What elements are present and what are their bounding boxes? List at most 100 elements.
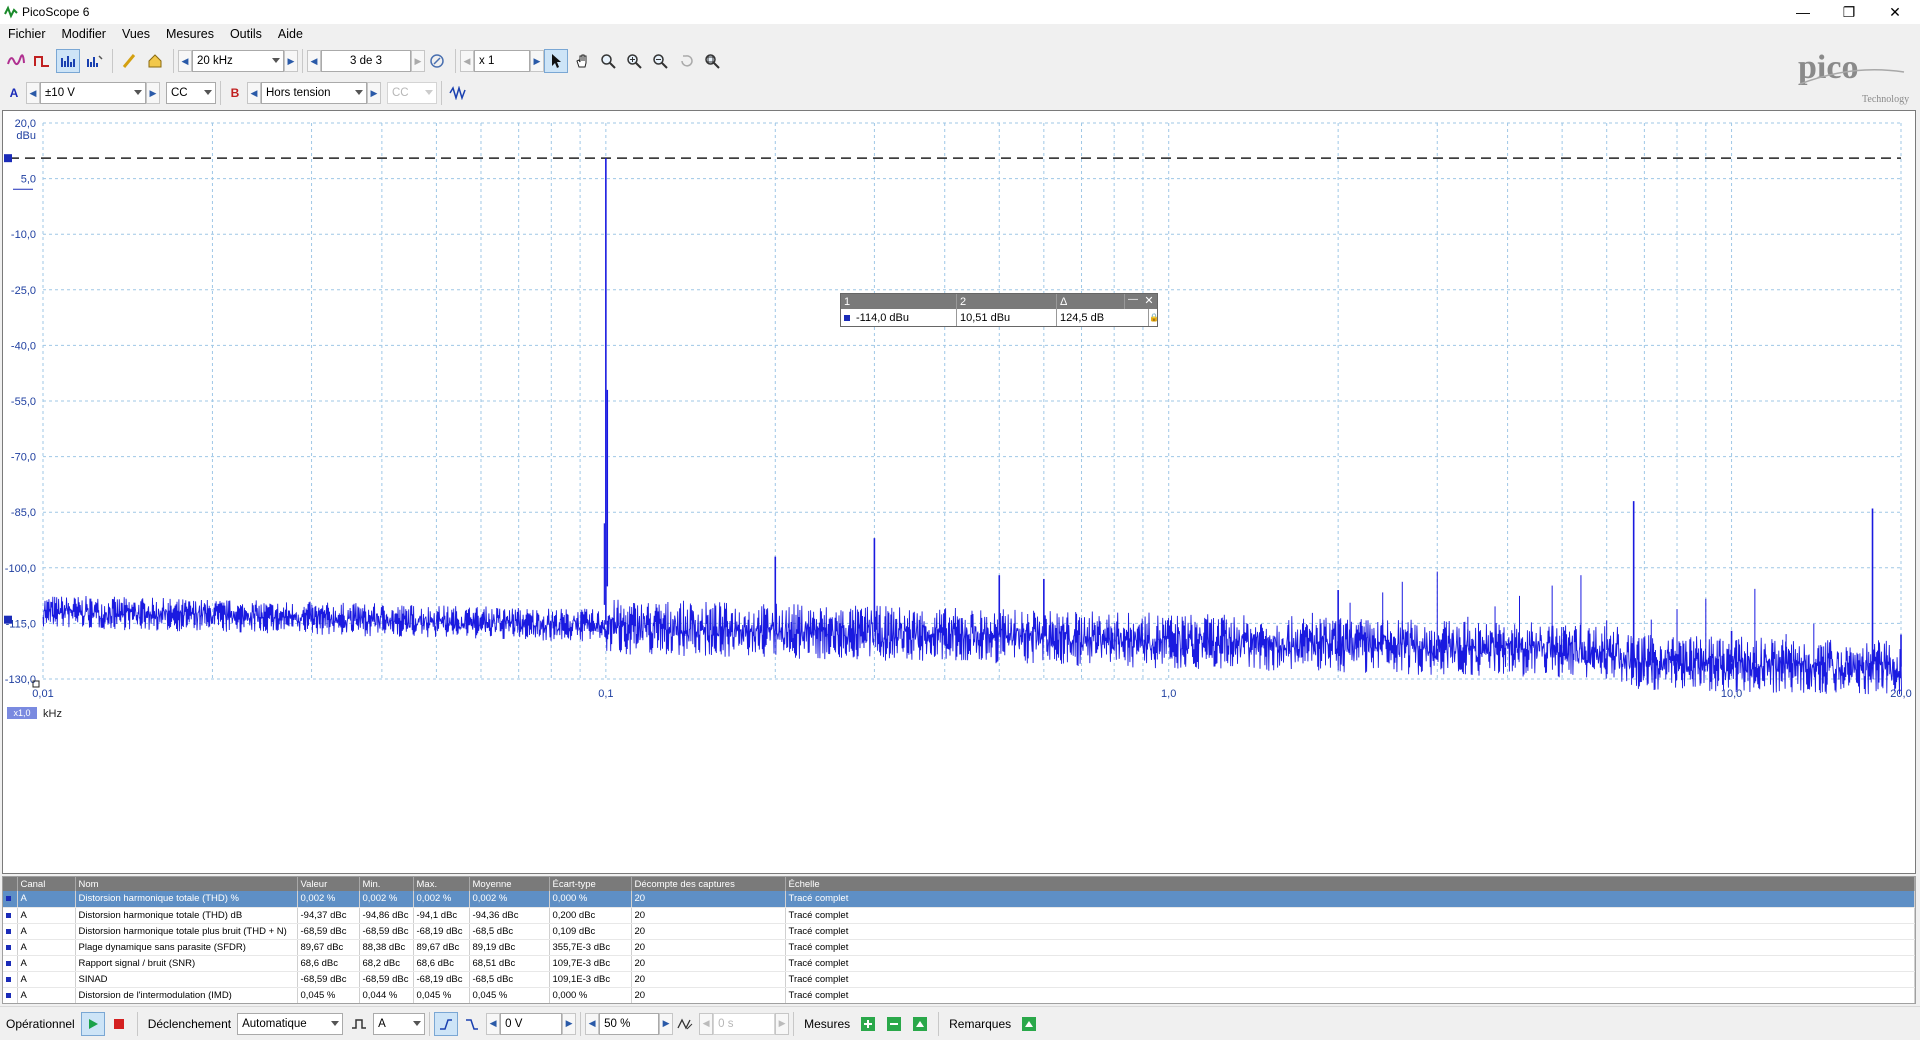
advanced-trigger-icon[interactable] <box>347 1012 371 1036</box>
col-echelle[interactable]: Échelle <box>785 877 1915 891</box>
table-cell: 68,51 dBc <box>469 955 550 972</box>
table-row[interactable]: A Distorsion harmonique totale (THD) dB -9… <box>3 907 1915 924</box>
minimize-panel-icon[interactable]: — <box>1125 294 1141 309</box>
threshold-next-button[interactable]: ▶ <box>562 1012 577 1035</box>
notes-icon[interactable] <box>1017 1012 1041 1036</box>
delay-input: 0 s <box>713 1012 776 1035</box>
zoom-next-button[interactable]: ▶ <box>530 50 544 72</box>
zoom-overview-icon[interactable] <box>700 49 724 73</box>
persistence-mode-icon[interactable] <box>30 49 54 73</box>
stop-icon[interactable] <box>107 1012 131 1036</box>
bandwidth-next-button[interactable]: ▶ <box>284 50 298 72</box>
add-measurement-icon[interactable] <box>856 1012 880 1036</box>
capture-next-button[interactable]: ▶ <box>411 50 425 72</box>
range-b-prev-button[interactable]: ◀ <box>247 82 261 104</box>
menu-vues[interactable]: Vues <box>114 24 158 44</box>
home-icon[interactable] <box>143 49 167 73</box>
table-cell: -68,5 dBc <box>469 971 550 988</box>
col-moyenne[interactable]: Moyenne <box>469 877 550 891</box>
post-trigger-delay-icon[interactable] <box>673 1012 697 1036</box>
table-row[interactable]: A Distorsion harmonique totale (THD) % 0,0… <box>3 891 1915 908</box>
cursor-readout-panel[interactable]: 1 2 Δ — ✕ -114,0 dBu 10,51 dBu 124,5 dB … <box>840 293 1159 327</box>
close-panel-icon[interactable]: ✕ <box>1141 294 1157 309</box>
status-bar: Opérationnel Déclenchement Automatique A… <box>0 1006 1920 1040</box>
pretrigger-input[interactable]: 50 % <box>599 1012 660 1035</box>
minimize-icon[interactable]: — <box>1780 0 1826 24</box>
channel-a-button[interactable]: A <box>4 81 24 105</box>
spectrum-mode-icon[interactable] <box>56 49 80 73</box>
capture-counter[interactable]: 3 de 3 <box>321 50 411 72</box>
range-b-next-button[interactable]: ▶ <box>367 82 381 104</box>
trigger-channel-select[interactable]: A <box>373 1012 426 1035</box>
probe-icon[interactable] <box>117 49 141 73</box>
zoom-in-icon[interactable] <box>622 49 646 73</box>
range-b-select[interactable]: Hors tension <box>261 82 367 104</box>
zoom-area-icon[interactable] <box>596 49 620 73</box>
table-row[interactable]: A Plage dynamique sans parasite (SFDR) 89,… <box>3 939 1915 956</box>
delete-measurement-icon[interactable] <box>908 1012 932 1036</box>
trigger-label: Déclenchement <box>147 1016 232 1031</box>
col-ecart-type[interactable]: Écart-type <box>549 877 632 891</box>
spectrum-options-icon[interactable] <box>82 49 106 73</box>
zoom-prev-button[interactable]: ◀ <box>460 50 474 72</box>
y-tick-label: 20,0 <box>15 118 36 130</box>
bandwidth-prev-button[interactable]: ◀ <box>178 50 192 72</box>
edit-measurement-icon[interactable] <box>882 1012 906 1036</box>
coupling-a-select[interactable]: CC <box>166 82 216 104</box>
menu-modifier[interactable]: Modifier <box>54 24 114 44</box>
col-max[interactable]: Max. <box>413 877 470 891</box>
pointer-tool-icon[interactable] <box>544 49 568 73</box>
trigger-mode-select[interactable]: Automatique <box>237 1012 344 1035</box>
capture-navigator-icon[interactable] <box>425 49 449 73</box>
cursor-1-value: -114,0 dBu <box>856 311 910 324</box>
col-nom[interactable]: Nom <box>75 877 298 891</box>
zoom-out-icon[interactable] <box>648 49 672 73</box>
bandwidth-select[interactable]: 20 kHz <box>192 50 284 72</box>
channel-b-button[interactable]: B <box>225 81 245 105</box>
undo-zoom-icon[interactable] <box>674 49 698 73</box>
channel-swatch-icon <box>6 960 11 966</box>
table-row[interactable]: A SINAD -68,59 dBc -68,59 dBc -68,19 dBc -68,… <box>3 971 1915 988</box>
col-canal[interactable]: Canal <box>17 877 76 891</box>
hand-tool-icon[interactable] <box>570 49 594 73</box>
col-valeur[interactable]: Valeur <box>297 877 360 891</box>
y-tick-label: -40,0 <box>11 340 36 352</box>
range-a-next-button[interactable]: ▶ <box>146 82 160 104</box>
menu-fichier[interactable]: Fichier <box>0 24 54 44</box>
table-cell: 0,045 % <box>413 987 470 1003</box>
scope-mode-icon[interactable] <box>4 49 28 73</box>
threshold-input[interactable]: 0 V <box>500 1012 563 1035</box>
restore-icon[interactable]: ❐ <box>1826 0 1872 24</box>
close-icon[interactable]: ✕ <box>1872 0 1918 24</box>
menu-aide[interactable]: Aide <box>270 24 311 44</box>
start-icon[interactable] <box>80 1011 105 1036</box>
rising-edge-icon[interactable] <box>434 1011 459 1036</box>
pretrigger-prev-button[interactable]: ◀ <box>585 1012 600 1035</box>
range-a-value: ±10 V <box>45 87 75 99</box>
table-cell: 89,67 dBc <box>413 939 470 956</box>
signal-generator-icon[interactable] <box>446 81 470 105</box>
lock-icon[interactable]: 🔒 <box>1149 313 1159 322</box>
table-cell: Tracé complet <box>785 955 1915 972</box>
range-a-prev-button[interactable]: ◀ <box>26 82 40 104</box>
capture-prev-button[interactable]: ◀ <box>307 50 321 72</box>
table-row[interactable]: A Distorsion harmonique totale plus bruit… <box>3 923 1915 940</box>
menu-mesures[interactable]: Mesures <box>158 24 222 44</box>
pretrigger-next-button[interactable]: ▶ <box>659 1012 674 1035</box>
table-cell: -68,19 dBc <box>413 971 470 988</box>
zoom-factor[interactable]: x 1 <box>474 50 530 72</box>
col-color <box>3 877 18 891</box>
falling-edge-icon[interactable] <box>460 1012 484 1036</box>
y-tick-label: -25,0 <box>11 285 36 297</box>
row-color-swatch <box>3 891 18 908</box>
x-unit-label: kHz <box>43 708 62 720</box>
menu-outils[interactable]: Outils <box>222 24 270 44</box>
table-cell: A <box>17 971 76 988</box>
col-decompte[interactable]: Décompte des captures <box>631 877 786 891</box>
spectrum-view[interactable]: 20,0 5,0 -10,0 -25,0 -40,0 -55,0 -70,0 -85,0 -10… <box>2 110 1916 874</box>
table-row[interactable]: A Distorsion de l'intermodulation (IMD) 0,… <box>3 987 1915 1003</box>
table-row[interactable]: A Rapport signal / bruit (SNR) 68,6 dBc 68,… <box>3 955 1915 972</box>
col-min[interactable]: Min. <box>359 877 414 891</box>
range-a-select[interactable]: ±10 V <box>40 82 146 104</box>
threshold-prev-button[interactable]: ◀ <box>486 1012 501 1035</box>
